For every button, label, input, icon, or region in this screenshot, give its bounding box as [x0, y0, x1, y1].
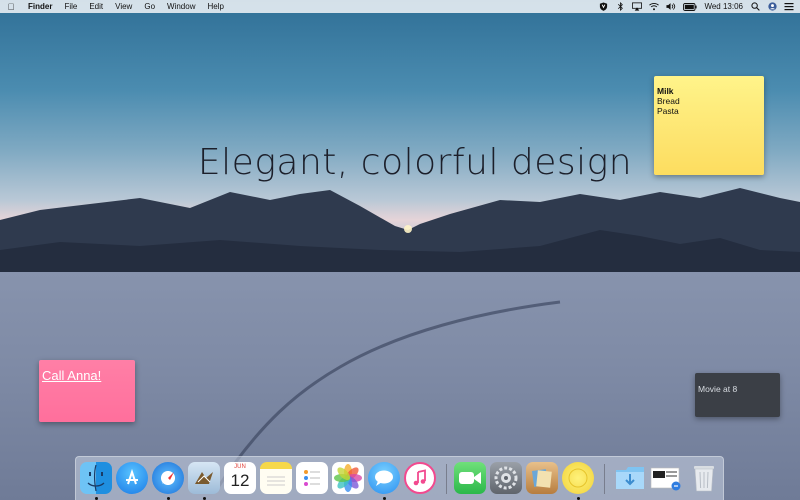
preview-icon[interactable] [526, 462, 558, 494]
itunes-icon[interactable] [404, 462, 436, 494]
dock-separator [446, 464, 447, 494]
calendar-icon[interactable]: JUN 12 [224, 462, 256, 494]
messages-icon[interactable] [368, 462, 400, 494]
reminders-icon[interactable] [296, 462, 328, 494]
stickies-icon[interactable] [562, 462, 594, 494]
menu-bar:  Finder File Edit View Go Window Help W… [0, 0, 800, 13]
mail-icon[interactable] [188, 462, 220, 494]
trash-icon[interactable] [688, 462, 720, 494]
sticky-note-yellow[interactable]: Milk Bread Pasta [654, 76, 764, 175]
shield-icon[interactable] [598, 2, 608, 11]
battery-icon[interactable] [683, 2, 698, 11]
sticky-note-dark[interactable]: Movie at 8 [695, 373, 780, 417]
bluetooth-icon[interactable] [615, 2, 625, 11]
desktop-background [0, 0, 800, 500]
notes-icon[interactable] [260, 462, 292, 494]
airplay-icon[interactable] [632, 2, 643, 11]
spotlight-search-icon[interactable] [750, 2, 760, 11]
sticky-note-title: Milk [657, 86, 674, 96]
menu-finder[interactable]: Finder [22, 0, 58, 13]
dock-separator [604, 464, 605, 494]
notification-center-icon[interactable] [784, 2, 794, 11]
volume-icon[interactable] [666, 2, 676, 11]
sticky-note-line: Pasta [657, 106, 679, 116]
calendar-month: JUN [234, 464, 246, 470]
sticky-note-pink[interactable]: Call Anna! [39, 360, 135, 422]
finder-icon[interactable] [80, 462, 112, 494]
calendar-day: 12 [230, 471, 250, 490]
system-preferences-icon[interactable] [490, 462, 522, 494]
sticky-note-line: Bread [657, 96, 680, 106]
app-store-icon[interactable] [116, 462, 148, 494]
menu-edit[interactable]: Edit [83, 0, 109, 13]
menu-window[interactable]: Window [161, 0, 201, 13]
user-account-icon[interactable] [767, 2, 777, 11]
safari-icon[interactable] [152, 462, 184, 494]
sticky-note-text: Movie at 8 [698, 384, 738, 394]
menu-help[interactable]: Help [201, 0, 229, 13]
apple-menu-icon[interactable]:  [0, 2, 22, 12]
facetime-icon[interactable] [454, 462, 486, 494]
photos-icon[interactable] [332, 462, 364, 494]
documents-stack-icon[interactable] [650, 462, 682, 494]
menu-view[interactable]: View [109, 0, 138, 13]
dock: JUN 12 [75, 456, 724, 500]
menu-file[interactable]: File [58, 0, 83, 13]
menu-go[interactable]: Go [138, 0, 161, 13]
sticky-note-link[interactable]: Call Anna! [42, 368, 101, 383]
wifi-icon[interactable] [649, 2, 660, 11]
menu-clock[interactable]: Wed 13:06 [704, 2, 743, 11]
downloads-folder-icon[interactable] [614, 462, 646, 494]
